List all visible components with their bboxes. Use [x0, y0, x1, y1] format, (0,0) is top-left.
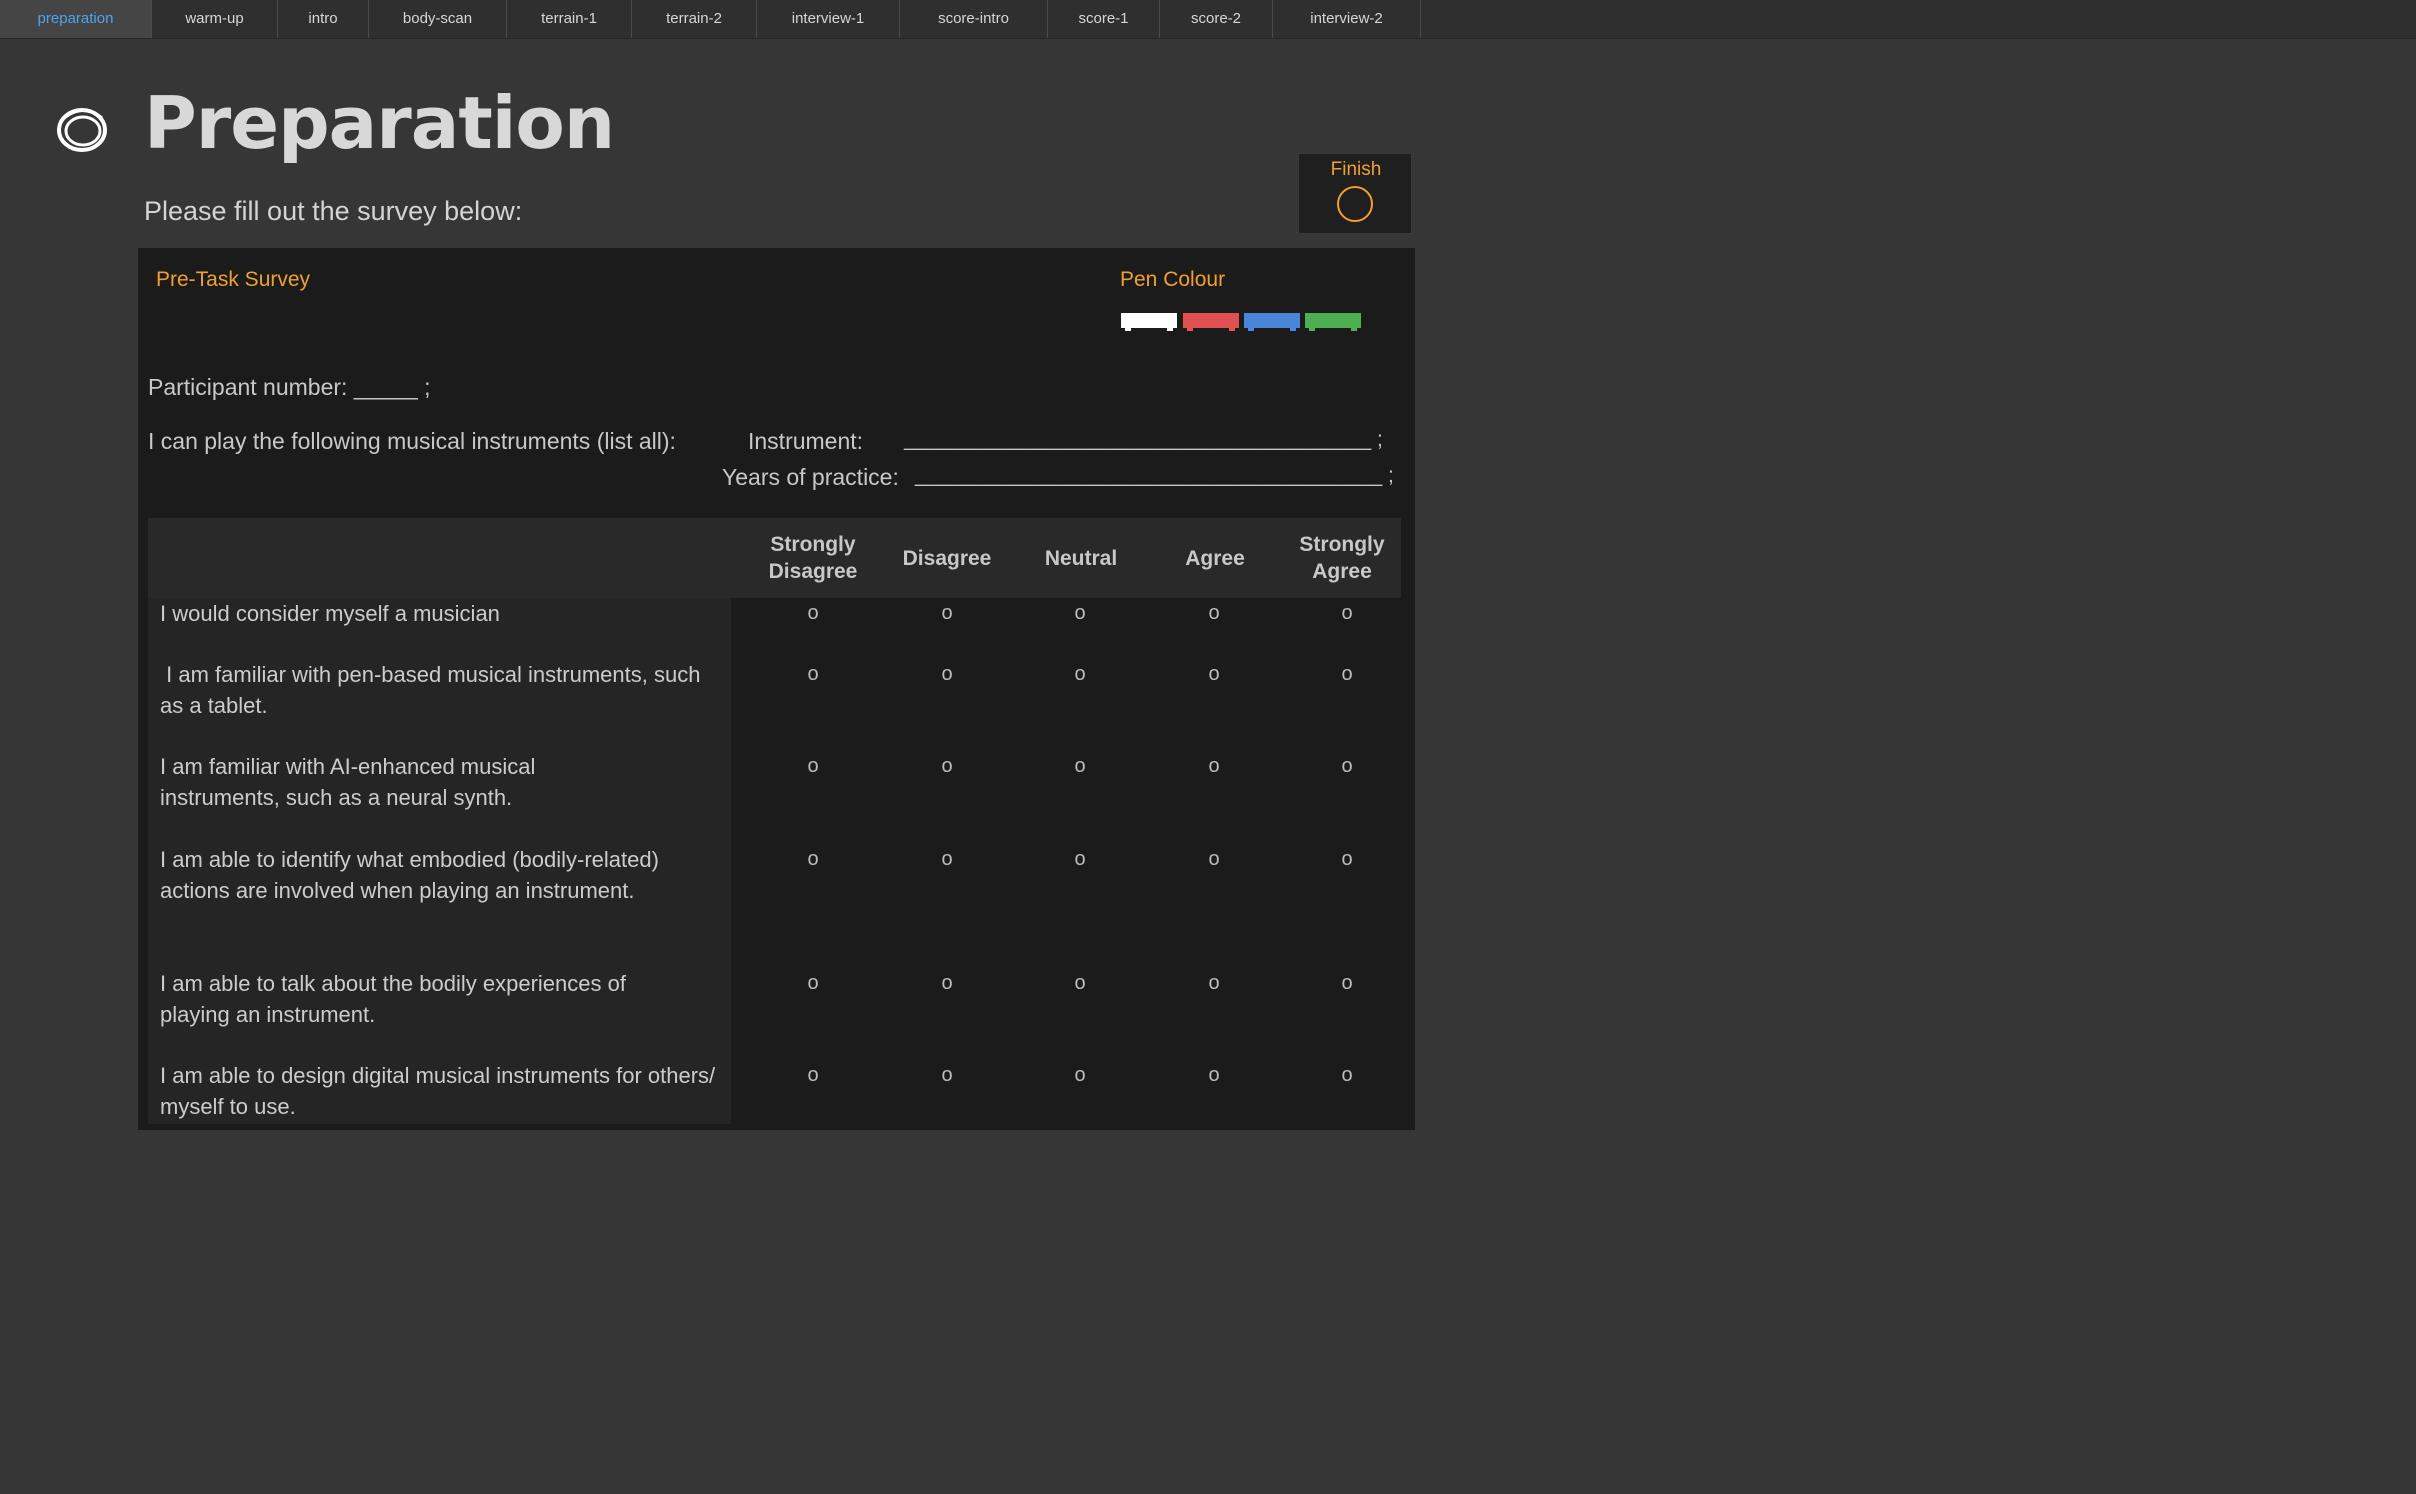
tab-terrain-1[interactable]: terrain-1	[507, 0, 632, 38]
tab-score-intro[interactable]: score-intro	[900, 0, 1048, 38]
tab-score-2[interactable]: score-2	[1160, 0, 1273, 38]
tab-interview-1[interactable]: interview-1	[757, 0, 900, 38]
likert-radio-option[interactable]: o	[927, 663, 967, 686]
likert-radio-option[interactable]: o	[1194, 755, 1234, 778]
page-title: Preparation	[144, 81, 615, 165]
participant-number-field[interactable]: Participant number: _____ ;	[148, 374, 431, 401]
pen-colour-blue[interactable]	[1244, 313, 1300, 331]
instruments-prompt: I can play the following musical instrum…	[148, 428, 676, 454]
likert-radio-option[interactable]: o	[793, 663, 833, 686]
likert-radio-option[interactable]: o	[1194, 602, 1234, 625]
tab-preparation[interactable]: preparation	[0, 0, 152, 38]
question-column: I would consider myself a musician I am …	[148, 598, 731, 1124]
likert-radio-option[interactable]: o	[1327, 1064, 1367, 1087]
likert-radio-option[interactable]: o	[927, 972, 967, 995]
likert-radio-option[interactable]: o	[1060, 663, 1100, 686]
tab-body-scan[interactable]: body-scan	[369, 0, 507, 38]
likert-table: Strongly Disagree Disagree Neutral Agree…	[148, 518, 1401, 1124]
tab-intro[interactable]: intro	[278, 0, 369, 38]
likert-radio-option[interactable]: o	[1060, 848, 1100, 871]
likert-radio-option[interactable]: o	[1194, 972, 1234, 995]
question-text: I would consider myself a musician	[160, 601, 500, 626]
likert-radio-option[interactable]: o	[927, 602, 967, 625]
pen-colour-white[interactable]	[1121, 313, 1177, 331]
likert-radio-option[interactable]: o	[793, 755, 833, 778]
finish-circle-icon	[1337, 186, 1373, 222]
instrument-label: Instrument:	[748, 428, 864, 454]
column-header: Strongly Agree	[1299, 533, 1385, 583]
years-field[interactable]: ________________________________________…	[915, 464, 1394, 488]
likert-radio-option[interactable]: o	[1060, 1064, 1100, 1087]
tab-bar: preparation warm-up intro body-scan terr…	[0, 0, 2416, 39]
tab-score-1[interactable]: score-1	[1048, 0, 1160, 38]
page-subtitle: Please fill out the survey below:	[144, 196, 523, 226]
survey-panel: Pre-Task Survey Pen Colour Participant n…	[138, 248, 1415, 1130]
likert-radio-option[interactable]: o	[1327, 972, 1367, 995]
question-text: I am able to identify what embodied (bod…	[160, 847, 659, 903]
likert-radio-option[interactable]: o	[927, 755, 967, 778]
likert-radio-option[interactable]: o	[927, 848, 967, 871]
question-text: I am familiar with AI-enhanced musical i…	[160, 754, 536, 810]
years-label: Years of practice:	[722, 464, 899, 490]
likert-radio-option[interactable]: o	[1327, 602, 1367, 625]
likert-radio-option[interactable]: o	[793, 848, 833, 871]
likert-radio-option[interactable]: o	[1060, 755, 1100, 778]
likert-radio-option[interactable]: o	[1060, 602, 1100, 625]
tab-warm-up[interactable]: warm-up	[152, 0, 278, 38]
column-header: Disagree	[902, 546, 992, 570]
likert-radio-option[interactable]: o	[1327, 755, 1367, 778]
column-header: Agree	[1185, 546, 1245, 570]
likert-radio-option[interactable]: o	[1194, 848, 1234, 871]
question-text: I am familiar with pen-based musical ins…	[160, 662, 707, 718]
likert-radio-option[interactable]: o	[927, 1064, 967, 1087]
finish-button[interactable]: Finish	[1298, 153, 1412, 234]
likert-radio-option[interactable]: o	[1327, 848, 1367, 871]
likert-radio-option[interactable]: o	[1327, 663, 1367, 686]
likert-radio-option[interactable]: o	[793, 1064, 833, 1087]
likert-radio-option[interactable]: o	[1060, 972, 1100, 995]
column-header: Strongly Disagree	[768, 533, 858, 583]
likert-radio-option[interactable]: o	[793, 972, 833, 995]
pen-colour-green[interactable]	[1305, 313, 1361, 331]
question-text: I am able to design digital musical inst…	[160, 1063, 716, 1119]
column-header: Neutral	[1044, 546, 1118, 570]
question-text: I am able to talk about the bodily exper…	[160, 971, 626, 1027]
tab-interview-2[interactable]: interview-2	[1273, 0, 1421, 38]
instrument-field[interactable]: ________________________________________…	[904, 428, 1383, 452]
likert-header-row: Strongly Disagree Disagree Neutral Agree…	[148, 518, 1401, 598]
scribble-logo-icon	[57, 108, 107, 152]
survey-title: Pre-Task Survey	[156, 268, 311, 291]
likert-radio-option[interactable]: o	[1194, 663, 1234, 686]
likert-radio-option[interactable]: o	[793, 602, 833, 625]
tab-terrain-2[interactable]: terrain-2	[632, 0, 757, 38]
pen-colour-red[interactable]	[1183, 313, 1239, 331]
pen-colour-label: Pen Colour	[1120, 268, 1226, 291]
finish-label: Finish	[1330, 159, 1382, 180]
likert-radio-option[interactable]: o	[1194, 1064, 1234, 1087]
